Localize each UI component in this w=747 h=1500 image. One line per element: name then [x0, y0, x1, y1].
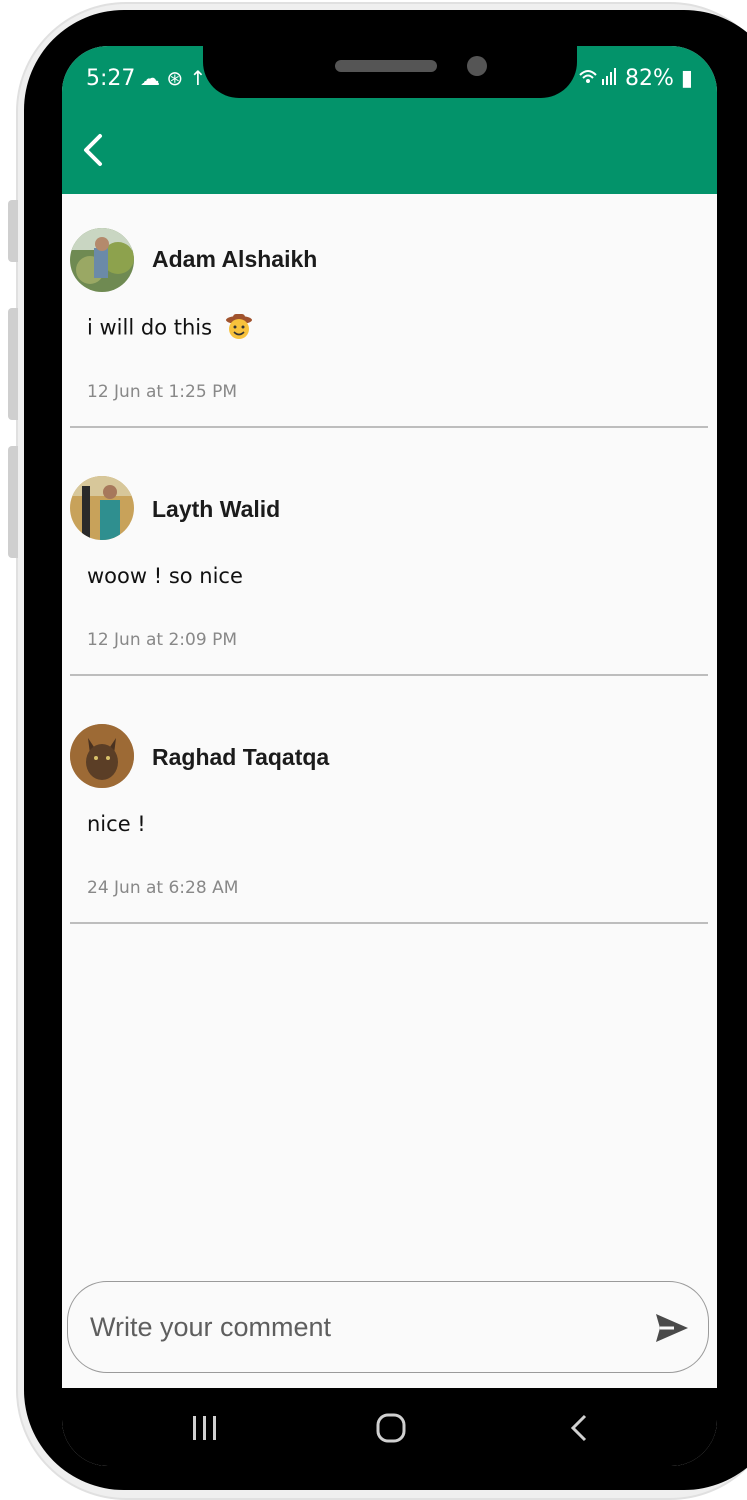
- nav-back-button[interactable]: [555, 1408, 605, 1448]
- back-button[interactable]: [74, 126, 114, 174]
- status-time: 5:27: [86, 66, 136, 91]
- battery-percent: 82%: [624, 66, 674, 91]
- chevron-left-icon: [84, 134, 102, 166]
- camera-notch: [203, 46, 577, 98]
- comment-author[interactable]: Layth Walid: [152, 496, 280, 523]
- speaker-grille: [335, 60, 437, 72]
- chevron-left-icon: [570, 1414, 587, 1442]
- comment-text: woow ! so nice: [87, 564, 243, 588]
- status-notification-icons: ☁ ⊛ ↑: [140, 66, 207, 90]
- recent-apps-icon: [193, 1416, 216, 1440]
- comment-time: 24 Jun at 6:28 AM: [87, 878, 239, 898]
- side-button-bottom: [8, 446, 18, 558]
- app-screen: 5:27 ☁ ⊛ ↑ 82% ▮ Adam Alshaikh i will do…: [62, 46, 717, 1466]
- divider: [70, 426, 708, 428]
- front-camera: [467, 56, 487, 76]
- comment-text: nice !: [87, 812, 146, 836]
- comment-text: i will do this: [87, 315, 213, 340]
- send-button[interactable]: [652, 1308, 692, 1348]
- divider: [70, 922, 708, 924]
- status-right: 82% ▮: [578, 66, 693, 91]
- home-button[interactable]: [365, 1408, 415, 1448]
- comment-item: Raghad Taqatqa nice ! 24 Jun at 6:28 AM: [62, 694, 717, 929]
- cowboy-face-icon: [225, 312, 253, 345]
- divider: [70, 674, 708, 676]
- recent-apps-button[interactable]: [180, 1408, 230, 1448]
- side-button-middle: [8, 308, 18, 420]
- comment-item: Adam Alshaikh i will do this 12 Jun at 1…: [62, 194, 717, 429]
- comment-author[interactable]: Adam Alshaikh: [152, 246, 317, 273]
- send-icon: [656, 1314, 688, 1342]
- battery-icon: ▮: [680, 66, 693, 91]
- comment-text-row: i will do this: [87, 312, 253, 345]
- avatar[interactable]: [70, 724, 134, 788]
- home-icon: [376, 1413, 406, 1443]
- comment-composer: [67, 1281, 709, 1373]
- comment-item: Layth Walid woow ! so nice 12 Jun at 2:0…: [62, 446, 717, 681]
- comment-author[interactable]: Raghad Taqatqa: [152, 744, 329, 771]
- side-button-top: [8, 200, 18, 262]
- comment-input[interactable]: [88, 1282, 632, 1372]
- avatar[interactable]: [70, 476, 134, 540]
- avatar[interactable]: [70, 228, 134, 292]
- wifi-signal-icon: [578, 66, 625, 91]
- comment-time: 12 Jun at 2:09 PM: [87, 630, 237, 650]
- comment-time: 12 Jun at 1:25 PM: [87, 382, 237, 402]
- system-nav-bar: [62, 1388, 717, 1466]
